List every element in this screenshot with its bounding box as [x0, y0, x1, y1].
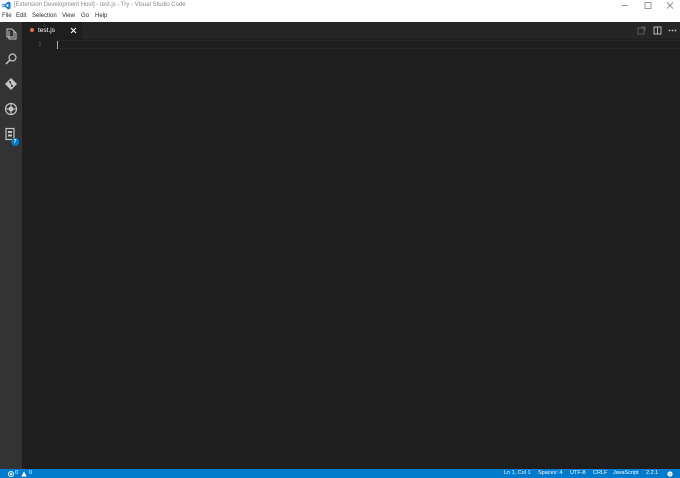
menu-go[interactable]: Go — [81, 11, 89, 22]
open-changes-icon[interactable] — [637, 26, 646, 35]
error-icon[interactable] — [8, 470, 14, 477]
menu-help[interactable]: Help — [95, 11, 107, 22]
editor-tab-strip: test.js — [22, 22, 680, 39]
cursor-position[interactable]: Ln 1, Col 1 — [504, 469, 531, 478]
status-bar: 0 0 Ln 1, Col 1 Spaces: 4 UTF-8 CRLF Jav… — [0, 469, 680, 478]
indentation[interactable]: Spaces: 4 — [538, 469, 562, 478]
menu-selection[interactable]: Selection — [32, 11, 57, 22]
activity-git[interactable] — [0, 73, 22, 95]
close-icon[interactable] — [70, 27, 77, 34]
js-file-icon — [30, 28, 34, 32]
activity-bar: 7 — [0, 22, 22, 469]
error-count[interactable]: 0 — [15, 469, 18, 478]
vscode-logo-icon — [2, 1, 11, 10]
explorer-icon — [6, 28, 17, 40]
warning-icon[interactable] — [21, 471, 27, 477]
git-icon — [5, 78, 17, 90]
close-window-button[interactable] — [659, 0, 680, 11]
line-endings[interactable]: CRLF — [593, 469, 607, 478]
line-number: 1 — [38, 41, 42, 48]
minimize-button[interactable] — [614, 0, 636, 11]
maximize-button[interactable] — [637, 0, 659, 11]
warning-count[interactable]: 0 — [29, 469, 32, 478]
language-mode[interactable]: JavaScript — [613, 469, 639, 478]
activity-debug[interactable] — [0, 98, 22, 120]
smiley-icon[interactable] — [667, 470, 673, 477]
activity-search[interactable] — [0, 48, 22, 70]
more-actions-icon[interactable] — [668, 26, 677, 35]
encoding[interactable]: UTF-8 — [570, 469, 586, 478]
menu-view[interactable]: View — [62, 11, 75, 22]
version-label[interactable]: 2.2.1 — [646, 469, 658, 478]
window-title: [Extension Development Host] - test.js -… — [14, 2, 186, 8]
menu-file[interactable]: File — [2, 11, 12, 22]
code-editor[interactable]: 1 — [22, 39, 680, 469]
text-cursor — [57, 41, 58, 49]
menu-edit[interactable]: Edit — [16, 11, 26, 22]
title-bar: [Extension Development Host] - test.js -… — [0, 0, 680, 11]
menu-bar: File Edit Selection View Go Help — [0, 11, 680, 22]
tab-label: test.js — [38, 27, 55, 34]
split-editor-icon[interactable] — [653, 26, 662, 35]
current-line-highlight — [56, 40, 680, 49]
activity-explorer[interactable] — [0, 23, 22, 45]
extensions-badge: 7 — [11, 138, 19, 146]
tab-test-js[interactable]: test.js — [22, 22, 82, 39]
activity-extensions[interactable]: 7 — [0, 123, 22, 146]
search-icon — [5, 53, 17, 65]
debug-icon — [4, 102, 18, 116]
